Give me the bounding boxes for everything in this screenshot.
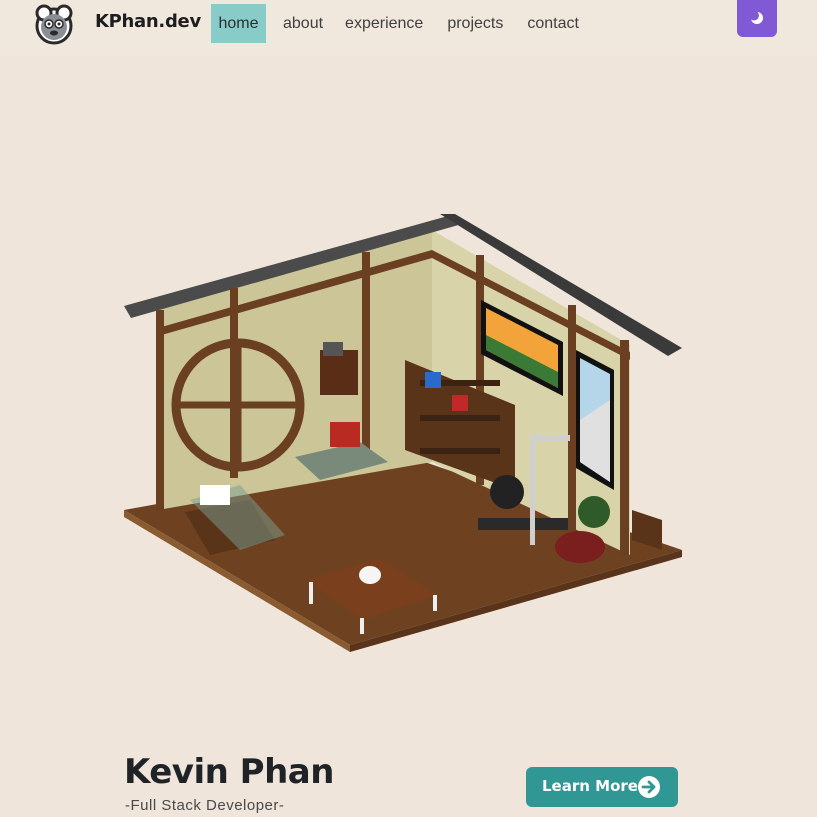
nav-link-projects[interactable]: projects [447,4,503,43]
hero-subtitle: -Full Stack Developer- [125,797,285,814]
voxel-room-illustration [124,214,682,652]
nav-link-contact[interactable]: contact [527,4,579,43]
nav-link-experience[interactable]: experience [345,4,423,43]
mouse-avatar-icon[interactable] [32,2,76,46]
theme-toggle-button[interactable] [737,0,777,37]
arrow-right-circle-icon [638,776,660,798]
hero-name: Kevin Phan [124,752,334,792]
moon-icon [749,10,763,24]
navbar: KPhan.dev home about experience projects… [0,0,817,56]
learn-more-button[interactable]: Learn More [526,767,678,807]
site-brand[interactable]: KPhan.dev [95,11,201,32]
nav-link-about[interactable]: about [283,4,323,43]
nav-link-home[interactable]: home [211,4,266,43]
nav-links: home about experience projects contact [211,4,579,43]
learn-more-label: Learn More [542,777,638,795]
